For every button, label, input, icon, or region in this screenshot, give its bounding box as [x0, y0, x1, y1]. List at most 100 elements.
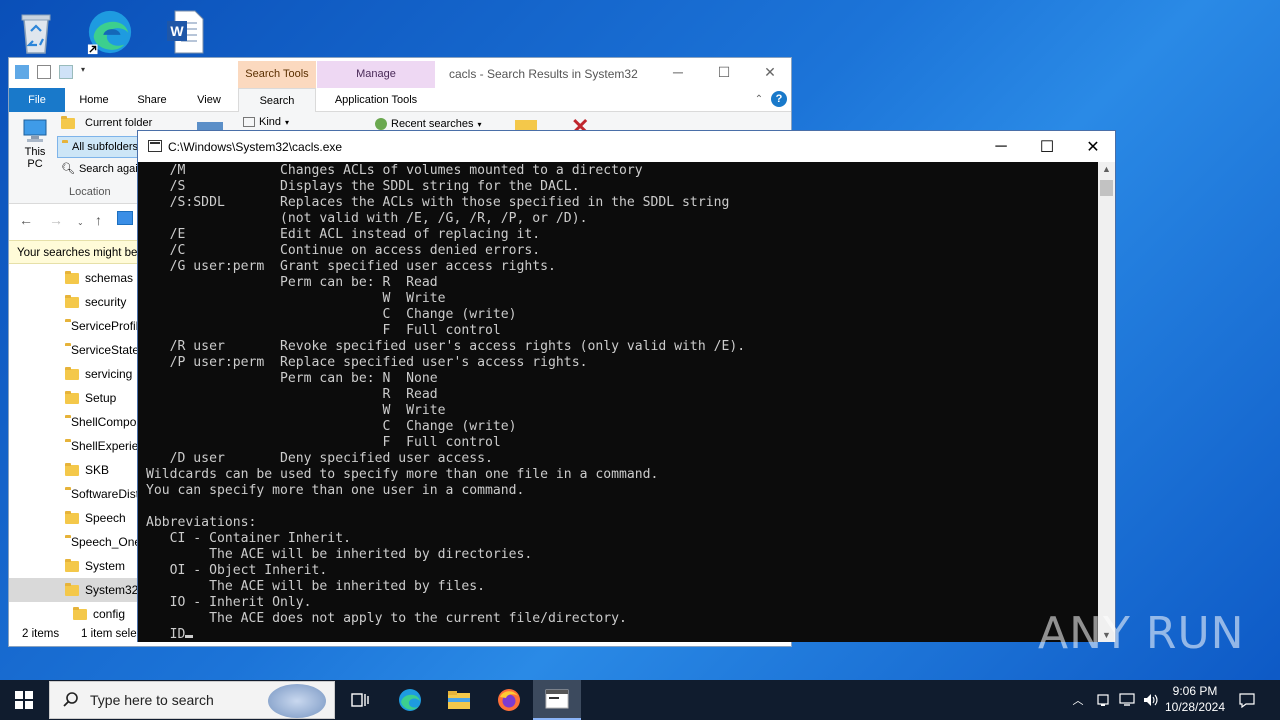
- close-button[interactable]: ✕: [1070, 131, 1116, 162]
- console-line: C Change (write): [146, 307, 517, 322]
- tree-item[interactable]: Speech_OneCore: [9, 530, 139, 554]
- windows-logo-icon: [15, 691, 33, 709]
- console-line: Abbreviations:: [146, 515, 257, 530]
- manage-context-tab[interactable]: Manage: [317, 61, 435, 88]
- folder-icon: [65, 390, 79, 404]
- tree-item[interactable]: Speech: [9, 506, 139, 530]
- taskbar-clock[interactable]: 9:06 PM 10/28/2024: [1158, 683, 1232, 715]
- search-icon: [63, 692, 78, 707]
- recycle-bin-icon[interactable]: [12, 6, 60, 58]
- minimize-button[interactable]: ─: [978, 131, 1024, 162]
- forward-arrow-icon[interactable]: →: [49, 212, 63, 228]
- console-line: /G user:perm Grant specified user access…: [146, 259, 556, 274]
- kind-label: Kind: [259, 116, 282, 128]
- tree-item[interactable]: SKB: [9, 458, 139, 482]
- properties-icon[interactable]: [37, 65, 51, 79]
- current-folder-button[interactable]: Current folder: [61, 115, 153, 129]
- tree-item[interactable]: Setup: [9, 386, 139, 410]
- console-line: Perm can be: R Read: [146, 275, 438, 290]
- console-line: /M Changes ACLs of volumes mounted to a …: [146, 163, 643, 178]
- file-explorer-taskbar-icon[interactable]: [435, 680, 483, 720]
- tab-view[interactable]: View: [184, 88, 234, 112]
- firefox-taskbar-icon[interactable]: [485, 680, 533, 720]
- tree-item-selected[interactable]: System32: [9, 578, 139, 602]
- ethernet-icon[interactable]: [1117, 680, 1137, 720]
- tree-item[interactable]: config: [9, 602, 139, 626]
- recent-searches-dropdown[interactable]: Recent searches ▾: [375, 118, 482, 130]
- tab-share[interactable]: Share: [127, 88, 177, 112]
- item-count: 2 items: [22, 628, 60, 640]
- collapse-ribbon-icon[interactable]: ⌃: [749, 88, 769, 112]
- current-folder-label: Current folder: [85, 117, 153, 129]
- folder-icon: [65, 510, 79, 524]
- tree-item-label: config: [93, 607, 126, 621]
- tree-item[interactable]: ShellExperiences: [9, 434, 139, 458]
- folder-small-icon[interactable]: [15, 65, 29, 79]
- console-line: /E Edit ACL instead of replacing it.: [146, 227, 541, 242]
- kind-dropdown[interactable]: Kind ▾: [243, 116, 289, 128]
- chevron-up-icon[interactable]: ︿: [1070, 680, 1086, 720]
- chevron-down-icon[interactable]: ⌄: [77, 218, 84, 227]
- console-line: Wildcards can be used to specify more th…: [146, 467, 659, 482]
- date-modified-icon[interactable]: [197, 122, 223, 130]
- folder-icon: [65, 294, 79, 308]
- folder-icon: [73, 606, 87, 620]
- help-icon[interactable]: ?: [771, 91, 787, 107]
- tab-search[interactable]: Search: [238, 88, 316, 112]
- console-taskbar-icon[interactable]: [533, 680, 581, 720]
- back-arrow-icon[interactable]: ←: [19, 212, 33, 228]
- console-scrollbar[interactable]: ▲ ▼: [1098, 162, 1115, 642]
- console-line: The ACE does not apply to the current fi…: [146, 611, 627, 626]
- computer-icon: [23, 119, 47, 142]
- text-cursor: [185, 635, 194, 638]
- tree-item-label: ShellComponents: [71, 415, 139, 429]
- console-line: The ACE will be inherited by files.: [146, 579, 485, 594]
- tab-file[interactable]: File: [9, 88, 65, 112]
- notification-icon[interactable]: [1236, 680, 1258, 720]
- kind-icon: [243, 117, 255, 127]
- tree-item-label: System: [85, 559, 126, 573]
- edge-taskbar-icon[interactable]: [386, 680, 434, 720]
- search-again-button[interactable]: 🔍︎ Search again in: [61, 162, 139, 176]
- console-output[interactable]: /M Changes ACLs of volumes mounted to a …: [138, 162, 1099, 642]
- new-folder-icon[interactable]: [59, 65, 73, 79]
- maximize-button[interactable]: ☐: [701, 58, 747, 86]
- tree-item[interactable]: servicing: [9, 362, 139, 386]
- search-tools-context-tab: Search Tools: [238, 61, 316, 88]
- all-subfolders-button[interactable]: All subfolders: [57, 136, 139, 158]
- edge-desktop-icon[interactable]: [86, 6, 134, 58]
- up-arrow-icon[interactable]: ↑: [95, 212, 102, 228]
- address-bar-icon[interactable]: [117, 211, 133, 225]
- tree-item[interactable]: ShellComponents: [9, 410, 139, 434]
- tree-item[interactable]: ServiceProfiles: [9, 314, 139, 338]
- tree-item[interactable]: schemas: [9, 266, 139, 290]
- console-line: IO - Inherit Only.: [146, 595, 312, 610]
- tab-home[interactable]: Home: [69, 88, 119, 112]
- scroll-thumb[interactable]: [1100, 180, 1113, 196]
- tree-item[interactable]: SoftwareDistribution: [9, 482, 139, 506]
- this-pc-button[interactable]: This PC: [21, 118, 49, 170]
- minimize-button[interactable]: ─: [655, 58, 701, 86]
- info-bar[interactable]: Your searches might be slow because the …: [9, 240, 139, 264]
- cacls-console-window[interactable]: C:\Windows\System32\cacls.exe ─ ☐ ✕ /M C…: [137, 130, 1116, 642]
- taskbar-search-box[interactable]: Type here to search: [49, 681, 335, 719]
- tree-item-label: servicing: [85, 367, 133, 381]
- maximize-button[interactable]: ☐: [1024, 131, 1070, 162]
- task-view-icon[interactable]: [336, 680, 384, 720]
- tree-item[interactable]: System: [9, 554, 139, 578]
- chevron-down-icon: ▾: [285, 117, 290, 127]
- quick-access-toolbar: ▾: [15, 65, 89, 79]
- word-document-icon[interactable]: W: [160, 6, 208, 58]
- location-group-label: Location: [69, 186, 111, 198]
- network-status-icon[interactable]: [1094, 680, 1112, 720]
- tab-application-tools[interactable]: Application Tools: [321, 88, 431, 112]
- tree-item[interactable]: security: [9, 290, 139, 314]
- tree-item[interactable]: ServiceState: [9, 338, 139, 362]
- close-button[interactable]: ✕: [747, 58, 793, 86]
- start-button[interactable]: [0, 680, 48, 720]
- folder-icon: [65, 582, 79, 596]
- console-line: Perm can be: N None: [146, 371, 438, 386]
- tree-item-label: ServiceState: [71, 343, 139, 357]
- scroll-up-icon[interactable]: ▲: [1098, 164, 1115, 174]
- chevron-down-icon[interactable]: ▾: [81, 65, 89, 79]
